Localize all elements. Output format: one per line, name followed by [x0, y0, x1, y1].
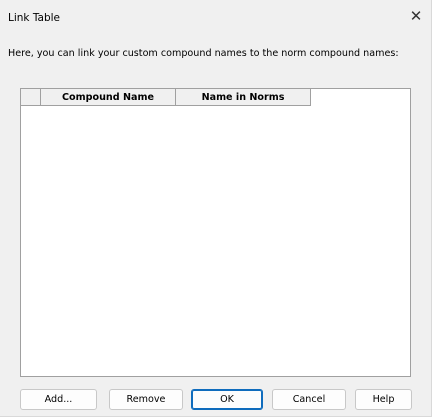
- column-header-name-in-norms[interactable]: Name in Norms: [176, 89, 311, 106]
- help-button[interactable]: Help: [355, 389, 412, 410]
- cancel-button[interactable]: Cancel: [272, 389, 346, 410]
- instruction-text: Here, you can link your custom compound …: [8, 48, 399, 59]
- ok-button[interactable]: OK: [191, 389, 263, 410]
- close-icon[interactable]: ✕: [405, 5, 427, 27]
- link-table-grid[interactable]: Compound Name Name in Norms: [20, 88, 411, 377]
- remove-button[interactable]: Remove: [109, 389, 183, 410]
- row-header-corner: [21, 89, 41, 106]
- add-button[interactable]: Add...: [20, 389, 97, 410]
- link-table-dialog: Link Table ✕ Here, you can link your cus…: [0, 0, 432, 417]
- dialog-title: Link Table: [8, 12, 60, 24]
- column-header-compound-name[interactable]: Compound Name: [41, 89, 176, 106]
